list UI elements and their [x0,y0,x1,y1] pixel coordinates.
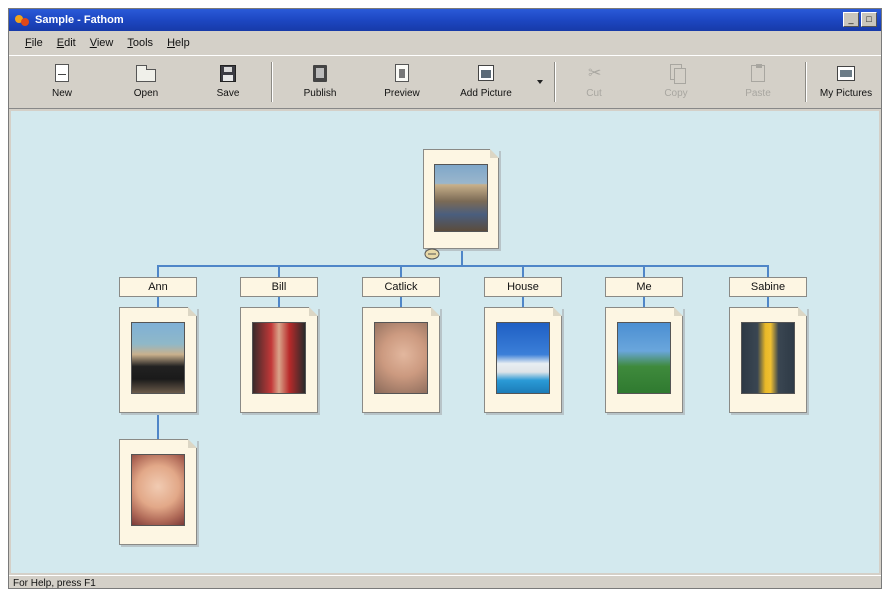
category-label-house[interactable]: House [484,277,562,297]
connector-line [767,265,769,277]
tree-canvas[interactable]: Ann Bill Catlick House Me Sabine [11,111,879,573]
category-label-catlick[interactable]: Catlick [362,277,440,297]
menu-tools[interactable]: Tools [127,37,153,49]
category-label-ann[interactable]: Ann [119,277,197,297]
paste-icon [747,64,769,84]
copy-icon [665,64,687,84]
menu-file[interactable]: File [25,37,43,49]
photo-card-sabine-1[interactable] [729,307,807,413]
person-on-lawn-photo [617,322,671,394]
connector-line [643,297,645,307]
book-icon [309,64,331,84]
preview-button[interactable]: Preview [369,60,435,106]
menu-help[interactable]: Help [167,37,190,49]
status-bar: For Help, press F1 [9,575,881,588]
woman-with-black-dog-photo [131,322,185,394]
menu-bar: File Edit View Tools Help [9,33,881,53]
connector-line [157,413,159,439]
publish-button[interactable]: Publish [287,60,353,106]
group-at-building-photo [434,164,488,232]
window-controls: _ □ [843,12,877,27]
cut-button[interactable]: ✂ Cut [561,60,627,106]
connector-line [643,265,645,277]
connector-line [400,265,402,277]
root-photo-card[interactable] [423,149,499,249]
connector-line [522,297,524,307]
folder-icon [135,64,157,84]
connector-line [157,297,159,307]
connector-line [157,265,769,267]
toolbar: New Open Save Publish Preview Add Pictur… [9,55,881,109]
expand-handle-icon[interactable] [424,248,440,260]
toolbar-separator [805,62,807,102]
connector-line [461,249,463,266]
connector-line [278,297,280,307]
man-in-red-jacket-photo [252,322,306,394]
category-label-bill[interactable]: Bill [240,277,318,297]
new-page-icon [51,64,73,84]
add-picture-dropdown-icon[interactable] [537,80,543,84]
new-button[interactable]: New [29,60,95,106]
connector-line [400,297,402,307]
app-window: Sample - Fathom _ □ File Edit View Tools… [8,8,882,589]
add-picture-button[interactable]: Add Picture [453,60,519,106]
photo-card-ann-2[interactable] [119,439,197,545]
child-in-yellow-dress-photo [741,322,795,394]
paste-button[interactable]: Paste [725,60,791,106]
connector-line [522,265,524,277]
toolbar-separator [554,62,556,102]
connector-line [157,265,159,277]
disk-icon [217,64,239,84]
smiling-woman-portrait-photo [131,454,185,526]
window-title: Sample - Fathom [35,14,124,26]
menu-view[interactable]: View [90,37,114,49]
picture-icon [475,64,497,84]
scissors-icon: ✂ [588,65,602,82]
connector-line [278,265,280,277]
photo-card-bill-1[interactable] [240,307,318,413]
minimize-button[interactable]: _ [843,12,859,27]
my-pictures-button[interactable]: My Pictures [813,60,879,106]
photo-card-ann-1[interactable] [119,307,197,413]
maximize-button[interactable]: □ [861,12,877,27]
connector-line [767,297,769,307]
app-icon [15,13,29,27]
photo-card-house-1[interactable] [484,307,562,413]
copy-button[interactable]: Copy [643,60,709,106]
open-button[interactable]: Open [113,60,179,106]
my-pictures-icon [835,64,857,84]
category-label-sabine[interactable]: Sabine [729,277,807,297]
title-bar[interactable]: Sample - Fathom _ □ [9,9,881,31]
cat-closeup-photo [374,322,428,394]
menu-edit[interactable]: Edit [57,37,76,49]
toolbar-separator [271,62,273,102]
preview-icon [391,64,413,84]
photo-card-me-1[interactable] [605,307,683,413]
photo-card-catlick-1[interactable] [362,307,440,413]
save-button[interactable]: Save [195,60,261,106]
house-by-pool-photo [496,322,550,394]
category-label-me[interactable]: Me [605,277,683,297]
